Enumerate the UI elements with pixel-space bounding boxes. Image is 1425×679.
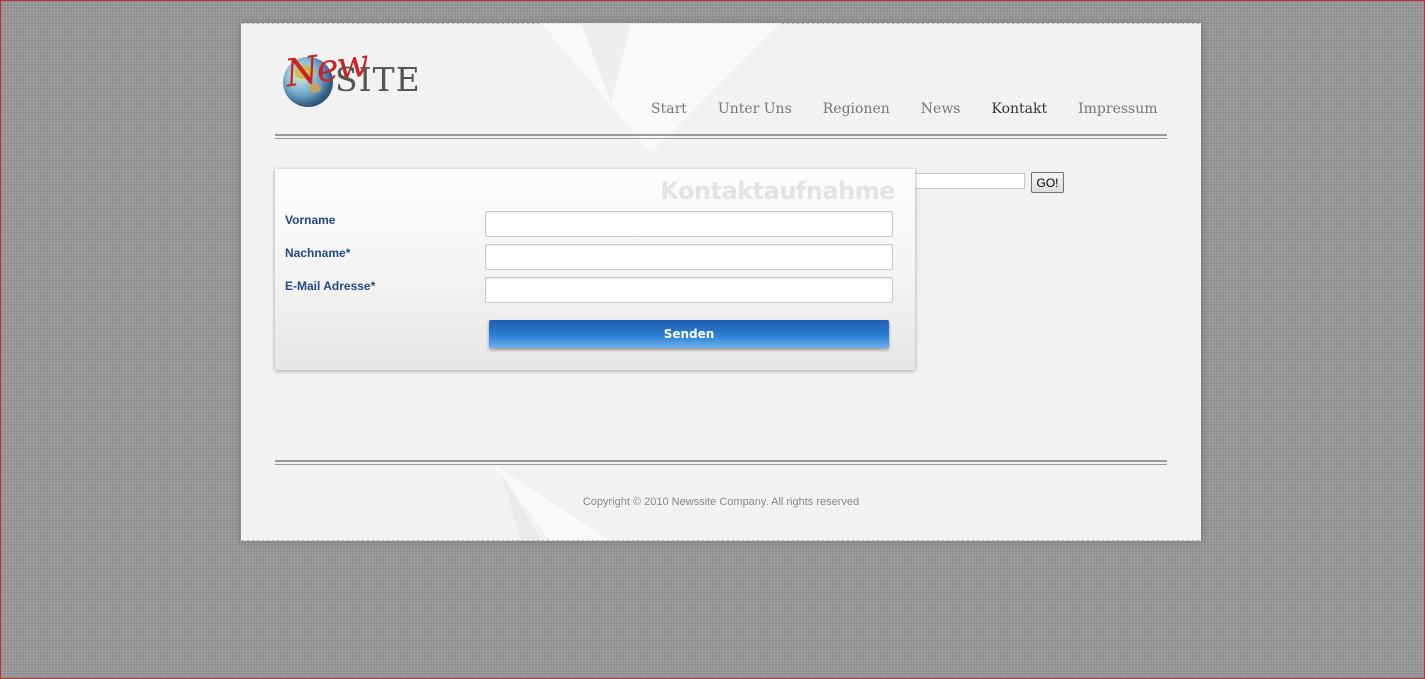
first-name-label: Vorname xyxy=(285,213,336,227)
nav-item-regionen[interactable]: Regionen xyxy=(823,101,890,117)
nav-item-news[interactable]: News xyxy=(921,101,961,117)
nav-item-kontakt[interactable]: Kontakt xyxy=(991,101,1047,117)
search-go-button[interactable]: GO! xyxy=(1031,172,1064,193)
contact-form-title: Kontaktaufnahme xyxy=(660,177,895,205)
search-input[interactable] xyxy=(913,173,1025,189)
email-field[interactable] xyxy=(485,277,893,303)
email-label: E-Mail Adresse* xyxy=(285,279,376,293)
send-button[interactable]: Senden xyxy=(489,320,889,348)
logo-site-text: SITE xyxy=(335,60,421,99)
nav-item-impressum[interactable]: Impressum xyxy=(1078,101,1157,117)
header-divider xyxy=(275,134,1167,139)
footer-divider xyxy=(275,460,1167,465)
contact-form-panel: Kontaktaufnahme Vorname Nachname* E-Mail… xyxy=(275,169,915,370)
last-name-field[interactable] xyxy=(485,244,893,270)
main-navigation: Start Unter Uns Regionen News Kontakt Im… xyxy=(651,101,1189,117)
last-name-label: Nachname* xyxy=(285,246,351,260)
nav-item-unter-uns[interactable]: Unter Uns xyxy=(718,101,792,117)
page-sheet: New SITE Start Unter Uns Regionen News K… xyxy=(241,22,1201,542)
nav-item-start[interactable]: Start xyxy=(651,101,687,117)
site-logo[interactable]: New SITE xyxy=(281,40,420,111)
first-name-field[interactable] xyxy=(485,211,893,237)
copyright-text: Copyright © 2010 Newssite Company. All r… xyxy=(582,496,860,508)
